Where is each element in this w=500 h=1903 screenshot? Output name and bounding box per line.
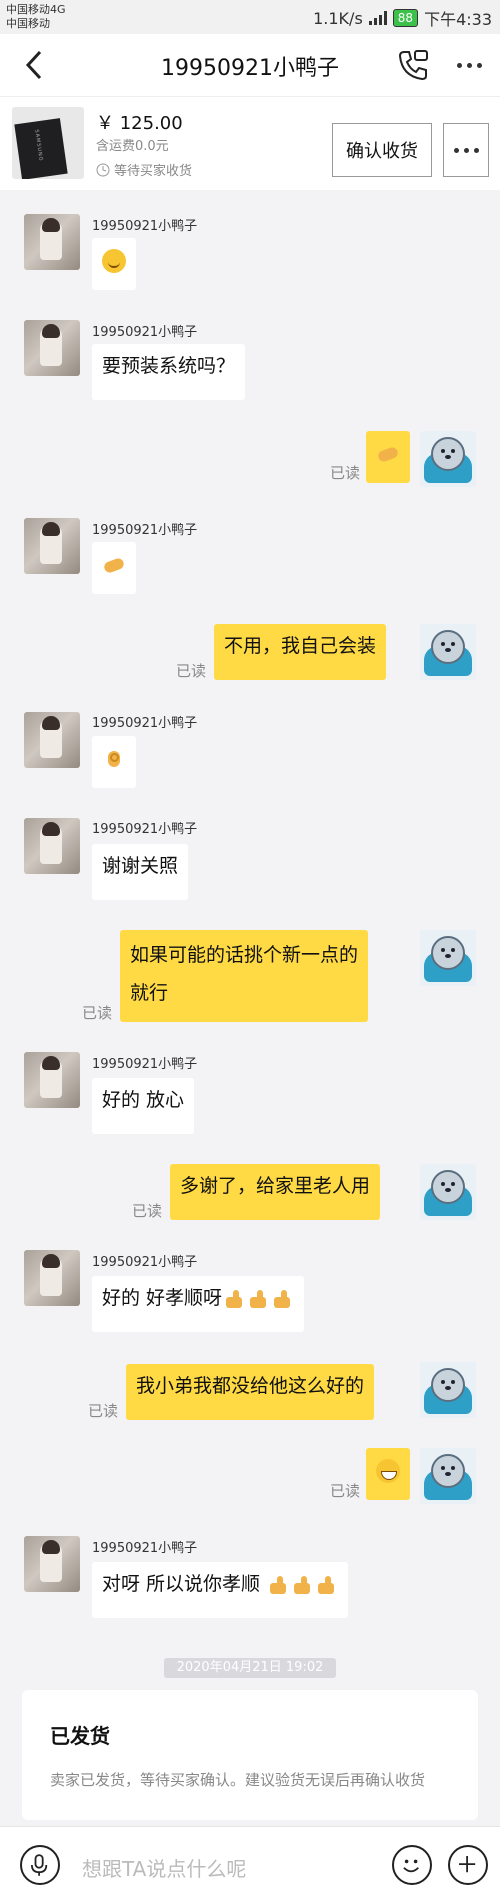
thumbs-up-emoji-icon (224, 1289, 246, 1309)
read-receipt: 已读 (88, 1402, 119, 1420)
seller-avatar[interactable] (24, 712, 80, 768)
order-more-button[interactable] (443, 123, 489, 177)
buyer-avatar[interactable] (420, 1164, 476, 1220)
more-options-icon[interactable] (452, 60, 486, 70)
read-receipt: 已读 (82, 1004, 113, 1022)
shipping-fee: 含运费0.0元 (96, 139, 169, 154)
buyer-avatar[interactable] (420, 930, 476, 986)
clock-icon (96, 163, 110, 176)
read-receipt: 已读 (132, 1202, 163, 1220)
thumbs-up-emoji-icon (316, 1575, 338, 1595)
seller-avatar[interactable] (24, 214, 80, 270)
net-speed: 1.1K/s (313, 8, 363, 28)
shipped-status-card[interactable]: 已发货 卖家已发货，等待买家确认。建议验货无误后再确认收货 (22, 1690, 478, 1820)
message-bubble[interactable]: 好的 放心 (92, 1078, 195, 1134)
sender-name: 19950921小鸭子 (92, 325, 198, 340)
message-text: 对呀 所以说你孝顺 (102, 1573, 261, 1595)
microphone-icon[interactable] (20, 1845, 60, 1885)
order-status: 等待买家收货 (96, 160, 192, 179)
sender-name: 19950921小鸭子 (92, 716, 198, 731)
seller-avatar[interactable] (24, 1052, 80, 1108)
confirm-receipt-button[interactable]: 确认收货 (332, 123, 432, 177)
status-bar: 中国移动4G 中国移动 1.1K/s 88 下午4:33 (0, 0, 500, 34)
input-bar: 想跟TA说点什么呢 (0, 1826, 500, 1903)
sender-name: 19950921小鸭子 (92, 523, 198, 538)
signal-icon (368, 11, 387, 25)
read-receipt: 已读 (330, 1482, 361, 1500)
nav-bar: 19950921小鸭子 (0, 34, 500, 96)
sender-name: 19950921小鸭子 (92, 1057, 198, 1072)
carrier-2: 中国移动 (6, 17, 50, 30)
message-bubble[interactable]: 好的 好孝顺呀 (92, 1276, 305, 1332)
sender-name: 19950921小鸭子 (92, 219, 198, 234)
message-line: 如果可能的话挑个新一点的 (130, 944, 359, 966)
message-text: 好的 好孝顺呀 (102, 1287, 223, 1309)
card-description: 卖家已发货，等待买家确认。建议验货无误后再确认收货 (50, 1771, 426, 1789)
seller-avatar[interactable] (24, 1250, 80, 1306)
message-bubble[interactable]: 我小弟我都没给他这么好的 (126, 1364, 375, 1420)
clock: 下午4:33 (424, 10, 492, 29)
read-receipt: 已读 (330, 464, 361, 482)
handshake-emoji-icon (376, 442, 400, 466)
message-bubble[interactable] (366, 1448, 410, 1500)
buyer-avatar[interactable] (420, 431, 476, 487)
message-bubble[interactable]: 不用，我自己会装 (214, 624, 387, 680)
buyer-avatar[interactable] (420, 1448, 476, 1504)
order-price: ￥ 125.00 (96, 113, 183, 134)
smile-emoji-icon (102, 248, 126, 273)
buyer-avatar[interactable] (420, 1362, 476, 1418)
message-input[interactable]: 想跟TA说点什么呢 (82, 1853, 246, 1882)
order-summary: SAMSUNG ￥ 125.00 含运费0.0元 等待买家收货 确认收货 (0, 96, 500, 190)
message-bubble[interactable]: 要预装系统吗？ (92, 344, 246, 400)
message-line: 就行 (130, 982, 169, 1004)
thumbs-up-emoji-icon (248, 1289, 270, 1309)
message-bubble[interactable]: 谢谢关照 (92, 844, 189, 900)
message-bubble[interactable] (366, 431, 410, 483)
message-bubble[interactable]: 对呀 所以说你孝顺 (92, 1562, 349, 1618)
read-receipt: 已读 (176, 662, 207, 680)
ok-hand-emoji-icon (102, 747, 126, 771)
message-bubble[interactable]: 多谢了，给家里老人用 (170, 1164, 381, 1220)
message-bubble[interactable] (92, 736, 136, 788)
grin-emoji-icon (376, 1458, 400, 1483)
thumbs-up-emoji-icon (272, 1289, 294, 1309)
phone-icon[interactable] (396, 48, 430, 82)
message-timestamp: 2020年04月21日 19:02 (164, 1658, 336, 1678)
seller-avatar[interactable] (24, 320, 80, 376)
carrier-1: 中国移动4G (6, 3, 66, 16)
product-brand: SAMSUNG (33, 129, 44, 163)
thumbs-up-emoji-icon (292, 1575, 314, 1595)
emoji-icon[interactable] (392, 1845, 432, 1885)
seller-avatar[interactable] (24, 818, 80, 874)
sender-name: 19950921小鸭子 (92, 1541, 198, 1556)
carrier-info: 中国移动4G 中国移动 (6, 3, 66, 31)
thumbs-up-emoji-icon (268, 1575, 290, 1595)
handshake-emoji-icon (102, 553, 126, 577)
battery-icon: 88 (392, 9, 419, 27)
plus-icon[interactable] (448, 1845, 488, 1885)
order-status-label: 等待买家收货 (114, 164, 193, 179)
card-title: 已发货 (50, 1724, 110, 1748)
message-bubble[interactable] (92, 542, 136, 594)
message-bubble[interactable] (92, 238, 136, 290)
seller-avatar[interactable] (24, 1536, 80, 1592)
message-bubble[interactable]: 如果可能的话挑个新一点的 就行 (120, 930, 369, 1022)
status-right: 1.1K/s 88 下午4:33 (313, 6, 492, 30)
seller-avatar[interactable] (24, 518, 80, 574)
product-thumbnail[interactable]: SAMSUNG (12, 107, 84, 179)
sender-name: 19950921小鸭子 (92, 822, 198, 837)
buyer-avatar[interactable] (420, 624, 476, 680)
sender-name: 19950921小鸭子 (92, 1255, 198, 1270)
